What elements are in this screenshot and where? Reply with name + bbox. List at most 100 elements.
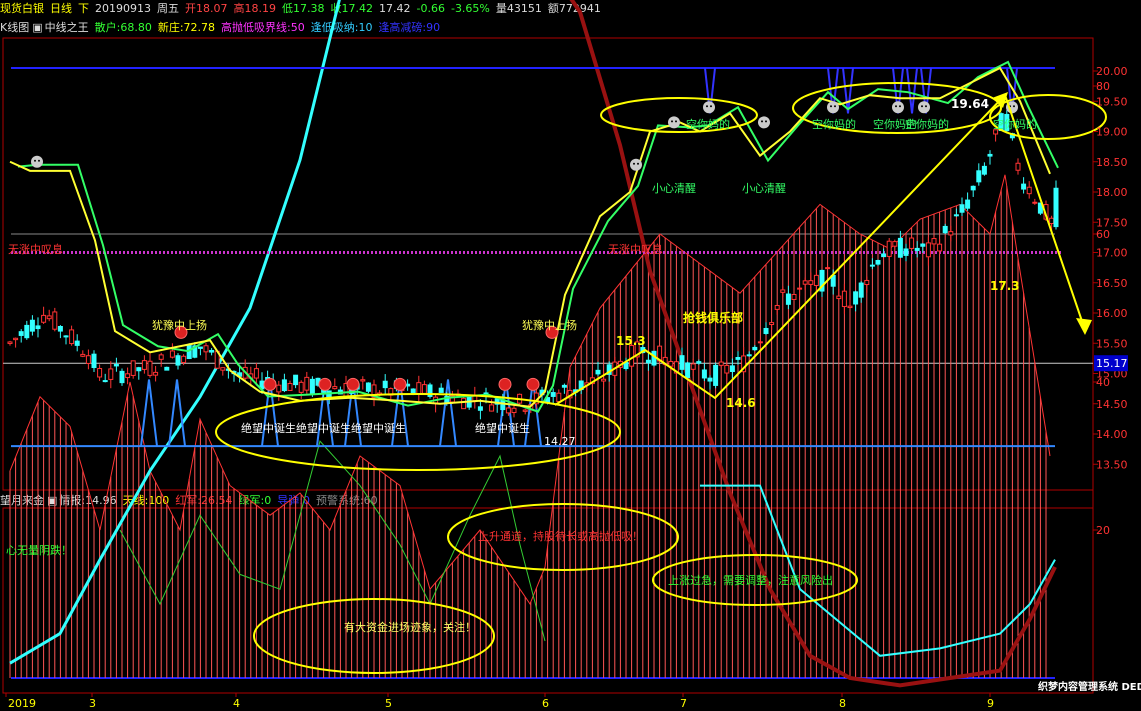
- x-tick-label: 7: [680, 697, 687, 710]
- x-tick-label: 4: [233, 697, 240, 710]
- candle-body: [438, 387, 444, 393]
- signal-dot-icon: [393, 377, 407, 391]
- smiley-eye-icon: [895, 105, 897, 108]
- candle-body: [147, 360, 153, 376]
- candle-body: [892, 241, 898, 247]
- candle-body: [304, 376, 310, 391]
- candle-body: [1015, 162, 1021, 171]
- candle-body: [500, 399, 506, 411]
- label-hesitate-left: 犹豫中上扬: [152, 318, 207, 332]
- candle-body: [937, 243, 943, 252]
- y-tick-label: 18.50: [1096, 156, 1128, 169]
- signal-dot-icon: [526, 377, 540, 391]
- candle-body: [489, 404, 495, 412]
- candle-body: [920, 243, 926, 247]
- smiley-eye-icon: [710, 105, 712, 108]
- candle-body: [416, 382, 422, 395]
- candle-body: [864, 279, 870, 286]
- candle-body: [959, 204, 965, 213]
- candle-body: [886, 240, 892, 257]
- high-sell-dip: [906, 67, 918, 114]
- label-careful-yin: 心无量阴跌！: [6, 543, 72, 557]
- candle-body: [511, 407, 517, 414]
- candle-body: [505, 407, 511, 414]
- candle-body: [365, 382, 371, 392]
- candle-body: [953, 214, 959, 217]
- y-tick-label: 15.50: [1096, 337, 1128, 350]
- candle-body: [209, 349, 215, 353]
- candle-body: [629, 345, 635, 367]
- y-tick-label: 16.00: [1096, 307, 1128, 320]
- candle-body: [869, 264, 875, 267]
- candle-body: [102, 380, 108, 383]
- candle-body: [7, 341, 13, 344]
- candle-body: [29, 319, 35, 332]
- candle-body: [287, 383, 293, 391]
- label-despair-right: 绝望中诞生: [475, 421, 530, 435]
- y-tick-label: 20.00: [1096, 65, 1128, 78]
- candle-body: [63, 335, 69, 338]
- candle-body: [360, 379, 366, 382]
- candle-body: [841, 290, 847, 308]
- candle-body: [981, 165, 987, 175]
- candle-body: [931, 238, 937, 245]
- x-tick-label: 5: [385, 697, 392, 710]
- candle-body: [97, 368, 103, 378]
- candle-body: [595, 369, 601, 375]
- smiley-eye-icon: [921, 105, 923, 108]
- smiley-icon: [31, 155, 43, 168]
- candle-body: [903, 248, 909, 256]
- candle-body: [550, 392, 556, 397]
- y-tick-label: 14.00: [1096, 428, 1128, 441]
- candle-body: [853, 291, 859, 305]
- candle-body: [685, 362, 691, 379]
- watermark-text: 织梦内容管理系统 DEDECMS.COM: [1038, 680, 1141, 693]
- candle-body: [752, 346, 758, 351]
- smiley-icon: [918, 101, 930, 114]
- y-tick-label: 19.00: [1096, 126, 1128, 139]
- candle-body: [909, 237, 915, 249]
- y-tick-label: 14.50: [1096, 398, 1128, 411]
- candle-body: [746, 354, 752, 357]
- candle-body: [965, 199, 971, 209]
- x-tick-label: 9: [987, 697, 994, 710]
- y-tick-label: 17.00: [1096, 247, 1128, 260]
- candle-body: [309, 378, 315, 394]
- candle-body: [24, 324, 30, 339]
- candle-body: [925, 242, 931, 258]
- candle-body: [601, 378, 607, 382]
- candle-body: [914, 247, 920, 251]
- candle-body: [556, 392, 562, 402]
- current-price-label: 15.17: [1096, 357, 1128, 370]
- candle-body: [757, 341, 763, 344]
- candle-body: [1026, 186, 1032, 195]
- label-empty-2: 空你妈的: [812, 117, 856, 131]
- candle-body: [897, 237, 903, 258]
- smiley-eye-icon: [761, 120, 763, 123]
- label-careful-1: 小心清醒: [652, 182, 696, 195]
- candle-body: [1049, 217, 1055, 225]
- candle-body: [847, 305, 853, 309]
- low-buy-spike: [168, 379, 186, 447]
- candle-body: [74, 340, 80, 346]
- candle-body: [813, 274, 819, 286]
- candle-body: [175, 355, 181, 366]
- candle-body: [836, 295, 842, 300]
- price-label-1427: 14.27: [544, 435, 576, 448]
- smiley-eye-icon: [34, 159, 36, 162]
- smiley-eye-icon: [675, 120, 677, 123]
- candle-body: [875, 260, 881, 265]
- price-label-146: 14.6: [726, 396, 756, 410]
- candle-body: [181, 355, 187, 363]
- candle-body: [332, 386, 338, 390]
- candle-body: [780, 289, 786, 293]
- candle-body: [763, 327, 769, 334]
- smiley-icon: [703, 101, 715, 114]
- candle-body: [108, 368, 114, 380]
- smiley-icon: [758, 116, 770, 129]
- candle-body: [113, 364, 119, 367]
- candle-body: [169, 350, 175, 358]
- smiley-icon: [668, 116, 680, 129]
- smiley-eye-icon: [38, 159, 40, 162]
- candle-body: [141, 360, 147, 370]
